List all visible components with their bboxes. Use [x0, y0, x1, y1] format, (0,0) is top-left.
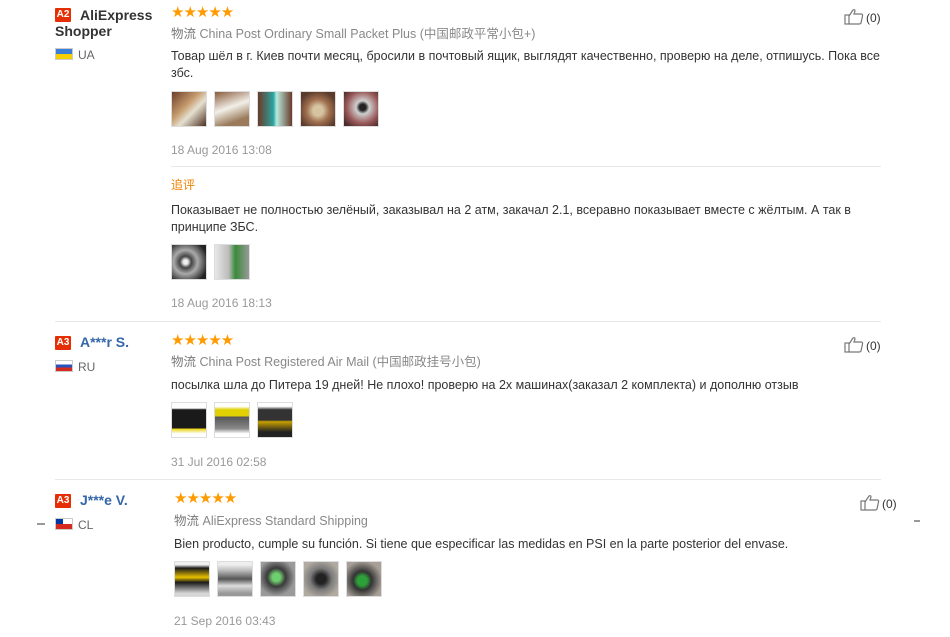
shipping-value: AliExpress Standard Shipping: [202, 514, 368, 528]
review-separator: [55, 479, 881, 480]
shipping-label: 物流: [171, 27, 197, 41]
helpful-button[interactable]: (0): [844, 336, 881, 354]
review-date: 31 Jul 2016 02:58: [171, 455, 267, 469]
review-text-line1: Товар шёл в г. Киев почти месяц, бросили…: [171, 49, 880, 63]
review-photo[interactable]: [343, 91, 379, 127]
review-photo[interactable]: [171, 402, 207, 438]
thumbs-up-icon: [844, 337, 864, 353]
review-photo[interactable]: [346, 561, 382, 597]
flag-icon: [55, 360, 73, 372]
review-photos: [171, 402, 300, 438]
review-date: 21 Sep 2016 03:43: [174, 614, 276, 628]
review-photo[interactable]: [260, 561, 296, 597]
rating-stars: ★★★★★: [171, 4, 234, 21]
review-photo[interactable]: [174, 561, 210, 597]
shipping-value: China Post Ordinary Small Packet Plus (中…: [199, 27, 536, 41]
buyer-level-badge: A3: [55, 336, 71, 350]
username[interactable]: J***e V.: [80, 492, 128, 509]
review-photo[interactable]: [217, 561, 253, 597]
country-code: UA: [78, 48, 95, 62]
username[interactable]: A***r S.: [80, 334, 129, 351]
rating-stars: ★★★★★: [171, 332, 234, 349]
review-date: 18 Aug 2016 13:08: [171, 143, 272, 157]
review-photo[interactable]: [300, 91, 336, 127]
review-photo[interactable]: [257, 402, 293, 438]
rating-stars: ★★★★★: [174, 490, 237, 507]
shipping-method: 物流 AliExpress Standard Shipping: [174, 513, 368, 529]
shipping-method: 物流 China Post Registered Air Mail (中国邮政挂…: [171, 354, 481, 370]
review-photo[interactable]: [303, 561, 339, 597]
review-photo[interactable]: [257, 91, 293, 127]
divider: [171, 166, 881, 167]
thumbs-up-icon: [860, 495, 880, 511]
helpful-count: (0): [866, 339, 881, 353]
review-photo[interactable]: [214, 402, 250, 438]
country-code: CL: [78, 518, 94, 532]
country-code: RU: [78, 360, 96, 374]
review-separator: [55, 321, 881, 322]
review-photo[interactable]: [171, 244, 207, 280]
helpful-button[interactable]: (0): [860, 494, 897, 512]
thumbs-up-icon: [844, 9, 864, 25]
shipping-label: 物流: [171, 355, 197, 369]
shipping-value: China Post Registered Air Mail (中国邮政挂号小包…: [199, 355, 481, 369]
additional-photos: [171, 244, 257, 280]
additional-feedback-label: 追评: [171, 178, 196, 192]
additional-text-line1: Показывает не полностью зелёный, заказыв…: [171, 203, 851, 217]
additional-date: 18 Aug 2016 18:13: [171, 296, 272, 310]
username-line2: Shopper: [55, 23, 112, 39]
separator-mark: [37, 523, 45, 525]
flag-icon: [55, 48, 73, 60]
helpful-button[interactable]: (0): [844, 8, 881, 26]
shipping-method: 物流 China Post Ordinary Small Packet Plus…: [171, 26, 535, 42]
review-text-line2: збс.: [171, 66, 194, 80]
helpful-count: (0): [866, 11, 881, 25]
additional-text-line2: принципе ЗБС.: [171, 220, 259, 234]
review-photo[interactable]: [214, 244, 250, 280]
review-text: посылка шла до Питера 19 дней! Не плохо!…: [171, 378, 799, 392]
review-photo[interactable]: [171, 91, 207, 127]
review-photos: [171, 91, 386, 127]
flag-icon: [55, 518, 73, 530]
review-text: Bien producto, cumple su función. Si tie…: [174, 537, 789, 551]
separator-mark: [914, 520, 920, 522]
review-photos: [174, 561, 389, 597]
buyer-level-badge: A3: [55, 494, 71, 508]
helpful-count: (0): [882, 497, 897, 511]
shipping-label: 物流: [174, 514, 200, 528]
buyer-level-badge: A2: [55, 8, 71, 22]
review-photo[interactable]: [214, 91, 250, 127]
username-line1: AliExpress: [80, 7, 153, 23]
